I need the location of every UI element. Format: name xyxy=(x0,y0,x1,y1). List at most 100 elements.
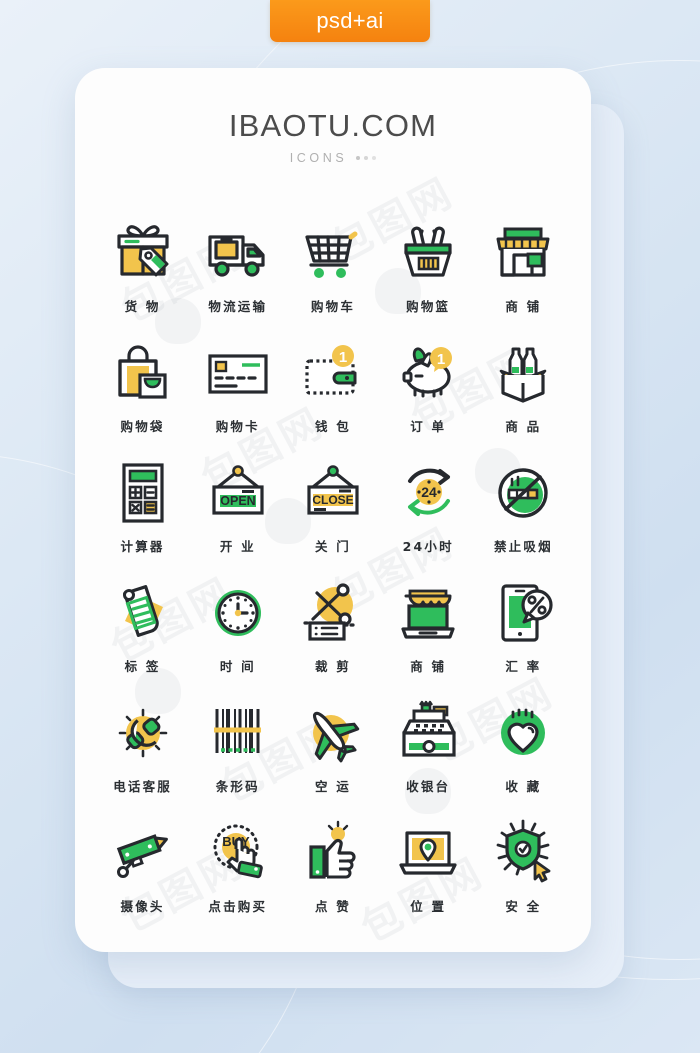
icon-cell[interactable]: 1 订 单 xyxy=(381,337,476,435)
svg-text:OPEN: OPEN xyxy=(220,494,255,508)
product-box-icon xyxy=(485,337,561,409)
shop-awning-icon xyxy=(390,577,466,649)
icon-label: 空 运 xyxy=(315,779,351,794)
piggy-bank-icon: 1 xyxy=(390,337,466,409)
icon-cell[interactable]: 商 品 xyxy=(476,337,571,435)
icon-label: 标 签 xyxy=(124,659,161,674)
icon-cell[interactable]: 收银台 xyxy=(381,697,476,795)
icon-label: 点 赞 xyxy=(315,899,351,914)
icon-cell[interactable]: 货 物 xyxy=(95,217,190,315)
icon-label: 汇 率 xyxy=(505,659,542,674)
location-laptop-icon xyxy=(390,817,466,889)
icon-cell[interactable]: 购物车 xyxy=(285,217,380,315)
icon-label: 裁 剪 xyxy=(315,659,351,674)
icon-cell[interactable]: 商 铺 xyxy=(476,217,571,315)
icon-label: 购物袋 xyxy=(120,419,165,434)
wallet-icon: 1 xyxy=(295,337,371,409)
clock-icon xyxy=(200,577,276,649)
thumbs-up-icon xyxy=(295,817,371,889)
page-subtitle-text: ICONS xyxy=(289,151,348,165)
svg-text:1: 1 xyxy=(437,351,445,368)
shopping-cart-icon xyxy=(295,217,371,289)
icon-cell[interactable]: 条形码 xyxy=(190,697,285,795)
open-sign-icon: OPEN xyxy=(200,457,276,529)
icon-cell[interactable]: CLOSE 关 门 xyxy=(285,457,380,555)
icon-label: 商 铺 xyxy=(505,299,542,314)
icon-label: 安 全 xyxy=(505,899,542,914)
scissors-coupon-icon xyxy=(295,577,371,649)
icon-label: 开 业 xyxy=(219,539,256,554)
icon-label: 商 铺 xyxy=(410,659,447,674)
icon-cell[interactable]: 标 签 xyxy=(95,577,190,675)
icon-cell[interactable]: 购物篮 xyxy=(381,217,476,315)
favorite-heart-icon xyxy=(485,697,561,769)
gift-card-icon xyxy=(200,337,276,409)
page-subtitle: ICONS xyxy=(75,151,591,165)
subtitle-dots-icon xyxy=(356,156,377,160)
icon-label: 禁止吸烟 xyxy=(493,539,553,554)
icon-cell[interactable]: 购物卡 xyxy=(190,337,285,435)
icon-cell[interactable]: 汇 率 xyxy=(476,577,571,675)
icon-cell[interactable]: 计算器 xyxy=(95,457,190,555)
storefront-icon xyxy=(485,217,561,289)
icon-cell[interactable]: BUY 点击购买 xyxy=(190,817,285,915)
icon-label: 条形码 xyxy=(215,779,260,794)
security-shield-icon xyxy=(485,817,561,889)
icon-cell[interactable]: 24 24小时 xyxy=(381,457,476,555)
discount-phone-icon xyxy=(485,577,561,649)
icon-label: 货 物 xyxy=(124,299,161,314)
icon-label: 物流运输 xyxy=(208,299,268,314)
svg-text:CLOSE: CLOSE xyxy=(312,493,353,507)
page-title: IBAOTU.COM xyxy=(228,108,438,143)
icon-label: 电话客服 xyxy=(113,779,172,794)
cash-register-icon xyxy=(390,697,466,769)
icon-cell[interactable]: 购物袋 xyxy=(95,337,190,435)
icon-cell[interactable]: 电话客服 xyxy=(95,697,190,795)
sheet-header: IBAOTU.COM ICONS xyxy=(75,68,591,165)
icon-cell[interactable]: 1 钱 包 xyxy=(285,337,380,435)
icon-label: 购物篮 xyxy=(406,299,451,314)
icon-cell[interactable]: 物流运输 xyxy=(190,217,285,315)
icon-label: 计算器 xyxy=(120,539,165,554)
svg-text:24: 24 xyxy=(421,484,437,500)
icon-cell[interactable]: 空 运 xyxy=(285,697,380,795)
icon-label: 点击购买 xyxy=(208,899,268,914)
icon-cell[interactable]: 摄像头 xyxy=(95,817,190,915)
icon-label: 购物车 xyxy=(310,299,356,314)
icon-cell[interactable]: 收 藏 xyxy=(476,697,571,795)
icon-label: 摄像头 xyxy=(120,899,165,914)
icon-sheet-card: 包图网 包图网 包图网 包图网 包图网 包图网 包图网 包图网 包图网 包图网 … xyxy=(75,68,591,952)
icon-label: 收银台 xyxy=(406,779,451,794)
icon-cell[interactable]: 点 赞 xyxy=(285,817,380,915)
air-freight-icon xyxy=(295,697,371,769)
icon-label: 位 置 xyxy=(410,899,447,914)
format-badge: psd+ai xyxy=(270,0,430,42)
shopping-bag-icon xyxy=(105,337,181,409)
twentyfour-hours-icon: 24 xyxy=(390,457,466,529)
icon-cell[interactable]: OPEN 开 业 xyxy=(190,457,285,555)
icon-label: 关 门 xyxy=(315,539,351,554)
price-tag-icon xyxy=(105,577,181,649)
security-camera-icon xyxy=(105,817,181,889)
svg-text:1: 1 xyxy=(339,349,347,366)
icon-cell[interactable]: 时 间 xyxy=(190,577,285,675)
shopping-basket-icon xyxy=(390,217,466,289)
close-sign-icon: CLOSE xyxy=(295,457,371,529)
icon-cell[interactable]: 禁止吸烟 xyxy=(476,457,571,555)
delivery-truck-icon xyxy=(200,217,276,289)
icon-label: 收 藏 xyxy=(505,779,542,794)
gift-box-icon xyxy=(105,217,181,289)
no-smoking-icon xyxy=(485,457,561,529)
icon-cell[interactable]: 位 置 xyxy=(381,817,476,915)
icon-label: 商 品 xyxy=(505,419,542,434)
icon-cell[interactable]: 裁 剪 xyxy=(285,577,380,675)
icon-label: 订 单 xyxy=(410,419,447,434)
barcode-icon xyxy=(200,697,276,769)
icon-cell[interactable]: 安 全 xyxy=(476,817,571,915)
icon-label: 购物卡 xyxy=(215,419,260,434)
customer-service-phone-icon xyxy=(105,697,181,769)
icon-grid: 货 物 物流运输 购物车 购物篮 商 铺 购物袋 购物卡 1 钱 包 1 订 单… xyxy=(75,217,591,915)
icon-label: 24小时 xyxy=(402,539,454,554)
calculator-icon xyxy=(105,457,181,529)
icon-cell[interactable]: 商 铺 xyxy=(381,577,476,675)
